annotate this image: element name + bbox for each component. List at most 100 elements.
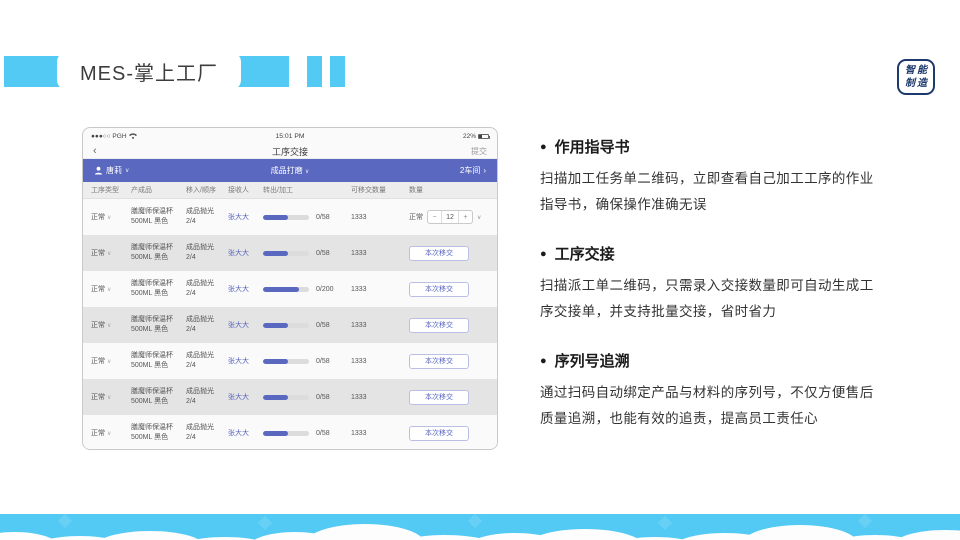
table-row: 正常 ∨ 膳魔师保温杯 500ML 黑色 成品抛光 2/4 张大大 0/58 1333 本次移交 [83,307,497,343]
product-cell: 膳魔师保温杯 500ML 黑色 [131,315,186,335]
product-name: 膳魔师保温杯 [131,424,173,431]
stamp-line1: 智能 [905,65,929,76]
product-cell: 膳魔师保温杯 500ML 黑色 [131,351,186,371]
process-sequence: 2/4 [186,326,196,333]
process-sequence: 2/4 [186,434,196,441]
type-selector[interactable]: 正常 ∨ [91,356,131,366]
user-name: 唐莉 [106,166,122,175]
process-cell: 成品抛光 2/4 [186,423,228,443]
column-header: 接收人 [228,187,249,194]
quantity-cell: 本次移交 [409,281,497,297]
progress-track [263,358,309,364]
product-cell: 膳魔师保温杯 500ML 黑色 [131,423,186,443]
type-selector[interactable]: 正常 ∨ [91,392,131,402]
transferable-qty: 1333 [351,357,367,365]
receiver-link[interactable]: 张大大 [228,248,263,258]
workshop-name: 2车间 [459,166,481,175]
receiver-link[interactable]: 张大大 [228,428,263,438]
type-selector[interactable]: 正常 ∨ [91,284,131,294]
wifi-icon [128,133,137,139]
progress-label: 0/58 [316,213,330,221]
progress-track [263,250,309,256]
progress-fill [263,214,289,220]
table-row: 正常 ∨ 膳魔师保温杯 500ML 黑色 成品抛光 2/4 张大大 0/58 1333 正常 −12… [83,199,497,235]
table-row: 正常 ∨ 膳魔师保温杯 500ML 黑色 成品抛光 2/4 张大大 0/200 1333 本次移交 [83,271,497,307]
workshop-selector[interactable]: 2车间 › [460,165,486,176]
chevron-down-icon: ∨ [107,430,112,437]
product-name: 膳魔师保温杯 [131,208,173,215]
transfer-button[interactable]: 本次移交 [409,245,469,261]
deco-bar-2 [330,56,345,87]
process-step: 成品抛光 [186,388,214,395]
receiver-link[interactable]: 张大大 [228,320,263,330]
smart-manufacturing-stamp: 智能 制造 [897,59,935,95]
bullet-icon: ● [540,140,547,153]
stepper-minus-button[interactable]: − [428,211,441,223]
transferable-qty: 1333 [351,285,367,293]
product-spec: 500ML 黑色 [131,326,169,333]
product-name: 膳魔师保温杯 [131,316,173,323]
progress-fill [263,322,289,328]
section-body: 通过扫码自动绑定产品与材料的序列号，不仅方便售后质量追溯，也能有效的追责，提高员… [540,385,874,426]
status-label: 正常 [409,214,423,221]
column-header: 产成品 [131,187,152,194]
clouds-footer [0,513,960,540]
process-step: 成品抛光 [186,208,214,215]
chevron-down-icon: ∨ [107,394,112,401]
progress-cell: 0/58 [263,322,351,329]
receiver-link[interactable]: 张大大 [228,284,263,294]
quantity-cell: 本次移交 [409,353,497,369]
row-expand-icon[interactable]: ∨ [477,214,481,221]
chevron-down-icon: ∨ [107,250,112,257]
column-header: 转出/加工 [263,187,293,194]
product-spec: 500ML 黑色 [131,290,169,297]
user-selector[interactable]: 唐莉 ∨ [94,165,129,176]
stepper-value[interactable]: 12 [441,211,459,223]
back-icon[interactable]: ‹ [93,146,97,157]
bullet-icon: ● [540,354,547,367]
status-bar: ●●●○○ PGH 15:01 PM 22% [83,128,497,144]
type-label: 正常 [91,430,105,437]
battery-percent: 22% [462,132,476,140]
section-heading-text: 序列号追溯 [554,353,630,370]
transfer-button[interactable]: 本次移交 [409,425,469,441]
type-selector[interactable]: 正常 ∨ [91,212,131,222]
feature-section: ● 工序交接 扫描派工单二维码，只需录入交接数量即可自动生成工序交接单，并支持批量交… [540,243,886,325]
product-name: 膳魔师保温杯 [131,280,173,287]
transfer-button[interactable]: 本次移交 [409,317,469,333]
receiver-link[interactable]: 张大大 [228,356,263,366]
type-selector[interactable]: 正常 ∨ [91,428,131,438]
receiver-link[interactable]: 张大大 [228,392,263,402]
transfer-button[interactable]: 本次移交 [409,281,469,297]
progress-cell: 0/200 [263,286,351,293]
feature-section: ● 序列号追溯通过扫码自动绑定产品与材料的序列号，不仅方便售后质量追溯，也能有效的… [540,350,886,432]
product-name: 膳魔师保温杯 [131,244,173,251]
type-selector[interactable]: 正常 ∨ [91,320,131,330]
process-step: 成品抛光 [186,352,214,359]
progress-fill [263,358,289,364]
transfer-button[interactable]: 本次移交 [409,353,469,369]
process-selector[interactable]: 成品打磨 ∨ [83,165,497,176]
process-sequence: 2/4 [186,290,196,297]
receiver-link[interactable]: 张大大 [228,212,263,222]
progress-label: 0/58 [316,249,330,257]
chevron-down-icon: ∨ [107,214,112,221]
type-selector[interactable]: 正常 ∨ [91,248,131,258]
stepper-plus-button[interactable]: + [459,211,472,223]
product-name: 膳魔师保温杯 [131,388,173,395]
carrier-text: ●●●○○ PGH [91,132,127,140]
stamp-line2: 制造 [905,78,929,89]
table-body: 正常 ∨ 膳魔师保温杯 500ML 黑色 成品抛光 2/4 张大大 0/58 1333 正常 −12… [83,199,497,449]
quantity-stepper[interactable]: −12 + [427,210,473,224]
type-label: 正常 [91,358,105,365]
section-heading-text: 作用指导书 [554,139,630,156]
progress-label: 0/58 [316,393,330,401]
transfer-button[interactable]: 本次移交 [409,389,469,405]
nav-bar: ‹ 工序交接 提交 [83,144,497,159]
submit-button[interactable]: 提交 [471,146,487,157]
carrier-signal: ●●●○○ PGH [91,133,137,140]
chevron-down-icon: ∨ [107,358,112,365]
status-time: 15:01 PM [275,132,305,140]
table-header: 工序类型 产成品 移入/顺序 接收人 转出/加工 可移交数量 数量 [83,182,497,199]
column-header: 数量 [409,187,423,194]
